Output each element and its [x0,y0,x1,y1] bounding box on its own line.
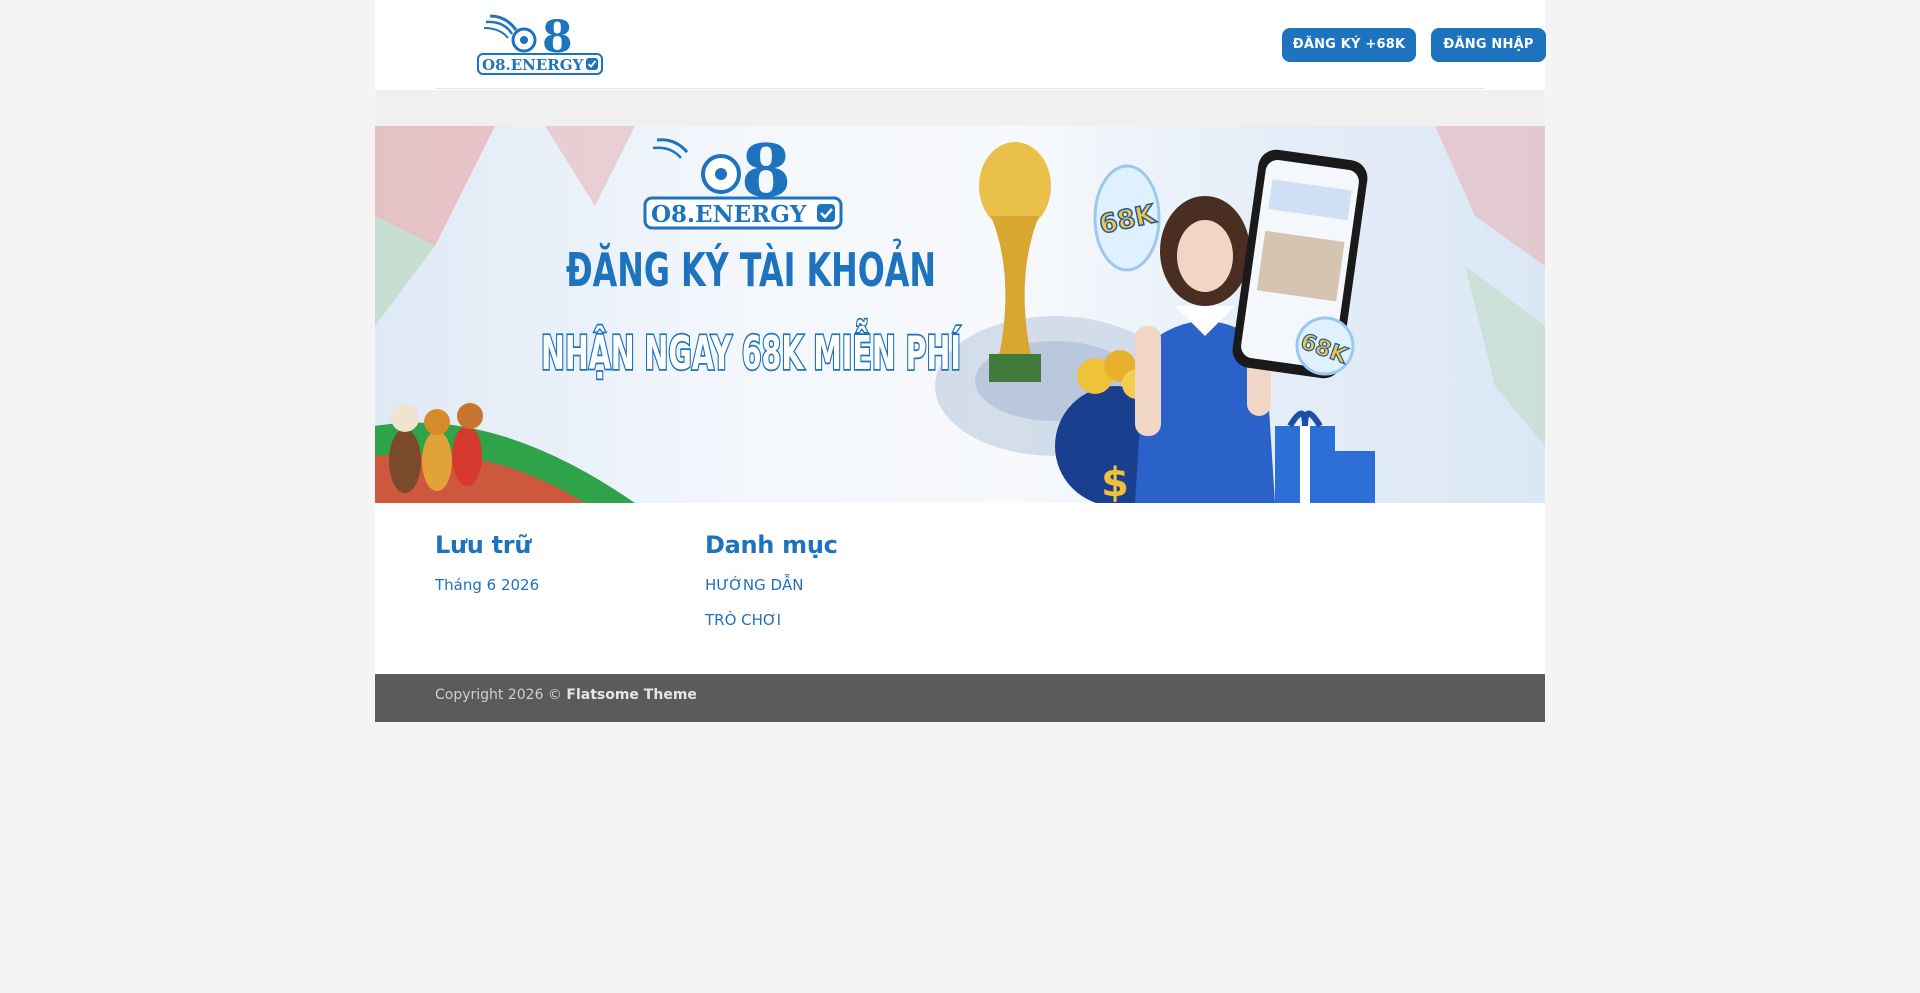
promo-banner[interactable]: 8 O8.ENERGY ĐĂNG KÝ TÀI KHOẢN NHẬN NGAY … [375,126,1545,503]
theme-credit-link[interactable]: Flatsome Theme [566,687,697,703]
svg-text:O8.ENERGY: O8.ENERGY [482,56,584,74]
header-spacer [375,90,1545,126]
footer-widgets: Lưu trữ Tháng 6 2026 Danh mục HƯỚNG DẪN … [375,503,1545,674]
flag-accent-right [1435,126,1545,266]
category-link-guide[interactable]: HƯỚNG DẪN [705,575,838,610]
categories-widget-title: Danh mục [705,531,838,559]
copyright-text: Copyright 2026 © Flatsome Theme [435,687,697,703]
banner-artwork: 8 O8.ENERGY ĐĂNG KÝ TÀI KHOẢN NHẬN NGAY … [375,126,1545,503]
bonus-badge: 68K [1093,164,1161,272]
site-wrapper: 8 O8.ENERGY ĐĂNG KÝ +68K ĐĂNG NHẬP 8 O8.… [375,0,1546,722]
site-header: 8 O8.ENERGY ĐĂNG KÝ +68K ĐĂNG NHẬP [375,0,1546,90]
categories-widget: Danh mục HƯỚNG DẪN TRÒ CHƠI [705,531,838,645]
logo-icon: 8 O8.ENERGY [477,12,603,75]
archive-widget: Lưu trữ Tháng 6 2026 [435,531,539,610]
copyright-prefix: Copyright 2026 © [435,687,567,703]
archive-link-june-2026[interactable]: Tháng 6 2026 [435,575,539,610]
banner-logo: 8 O8.ENERGY [643,128,843,230]
login-button[interactable]: ĐĂNG NHẬP [1431,28,1546,62]
category-link-games[interactable]: TRÒ CHƠI [705,610,838,645]
register-button[interactable]: ĐĂNG KÝ +68K [1282,28,1416,62]
header-inner: 8 O8.ENERGY ĐĂNG KÝ +68K ĐĂNG NHẬP [435,0,1546,89]
site-logo[interactable]: 8 O8.ENERGY [476,12,606,78]
svg-text:O8.ENERGY: O8.ENERGY [651,201,807,228]
banner-headline: ĐĂNG KÝ TÀI KHOẢN [566,238,936,297]
archive-widget-title: Lưu trữ [435,531,532,559]
banner-subheadline: NHẬN NGAY 68K MIỄN PHÍ [541,319,961,380]
svg-text:$: $ [1101,460,1129,503]
gift-box-icon [1275,410,1375,503]
copyright-bar: Copyright 2026 © Flatsome Theme [375,674,1545,722]
mascots-illustration [389,403,483,493]
bonus-badge-2: 68K [1295,316,1355,376]
